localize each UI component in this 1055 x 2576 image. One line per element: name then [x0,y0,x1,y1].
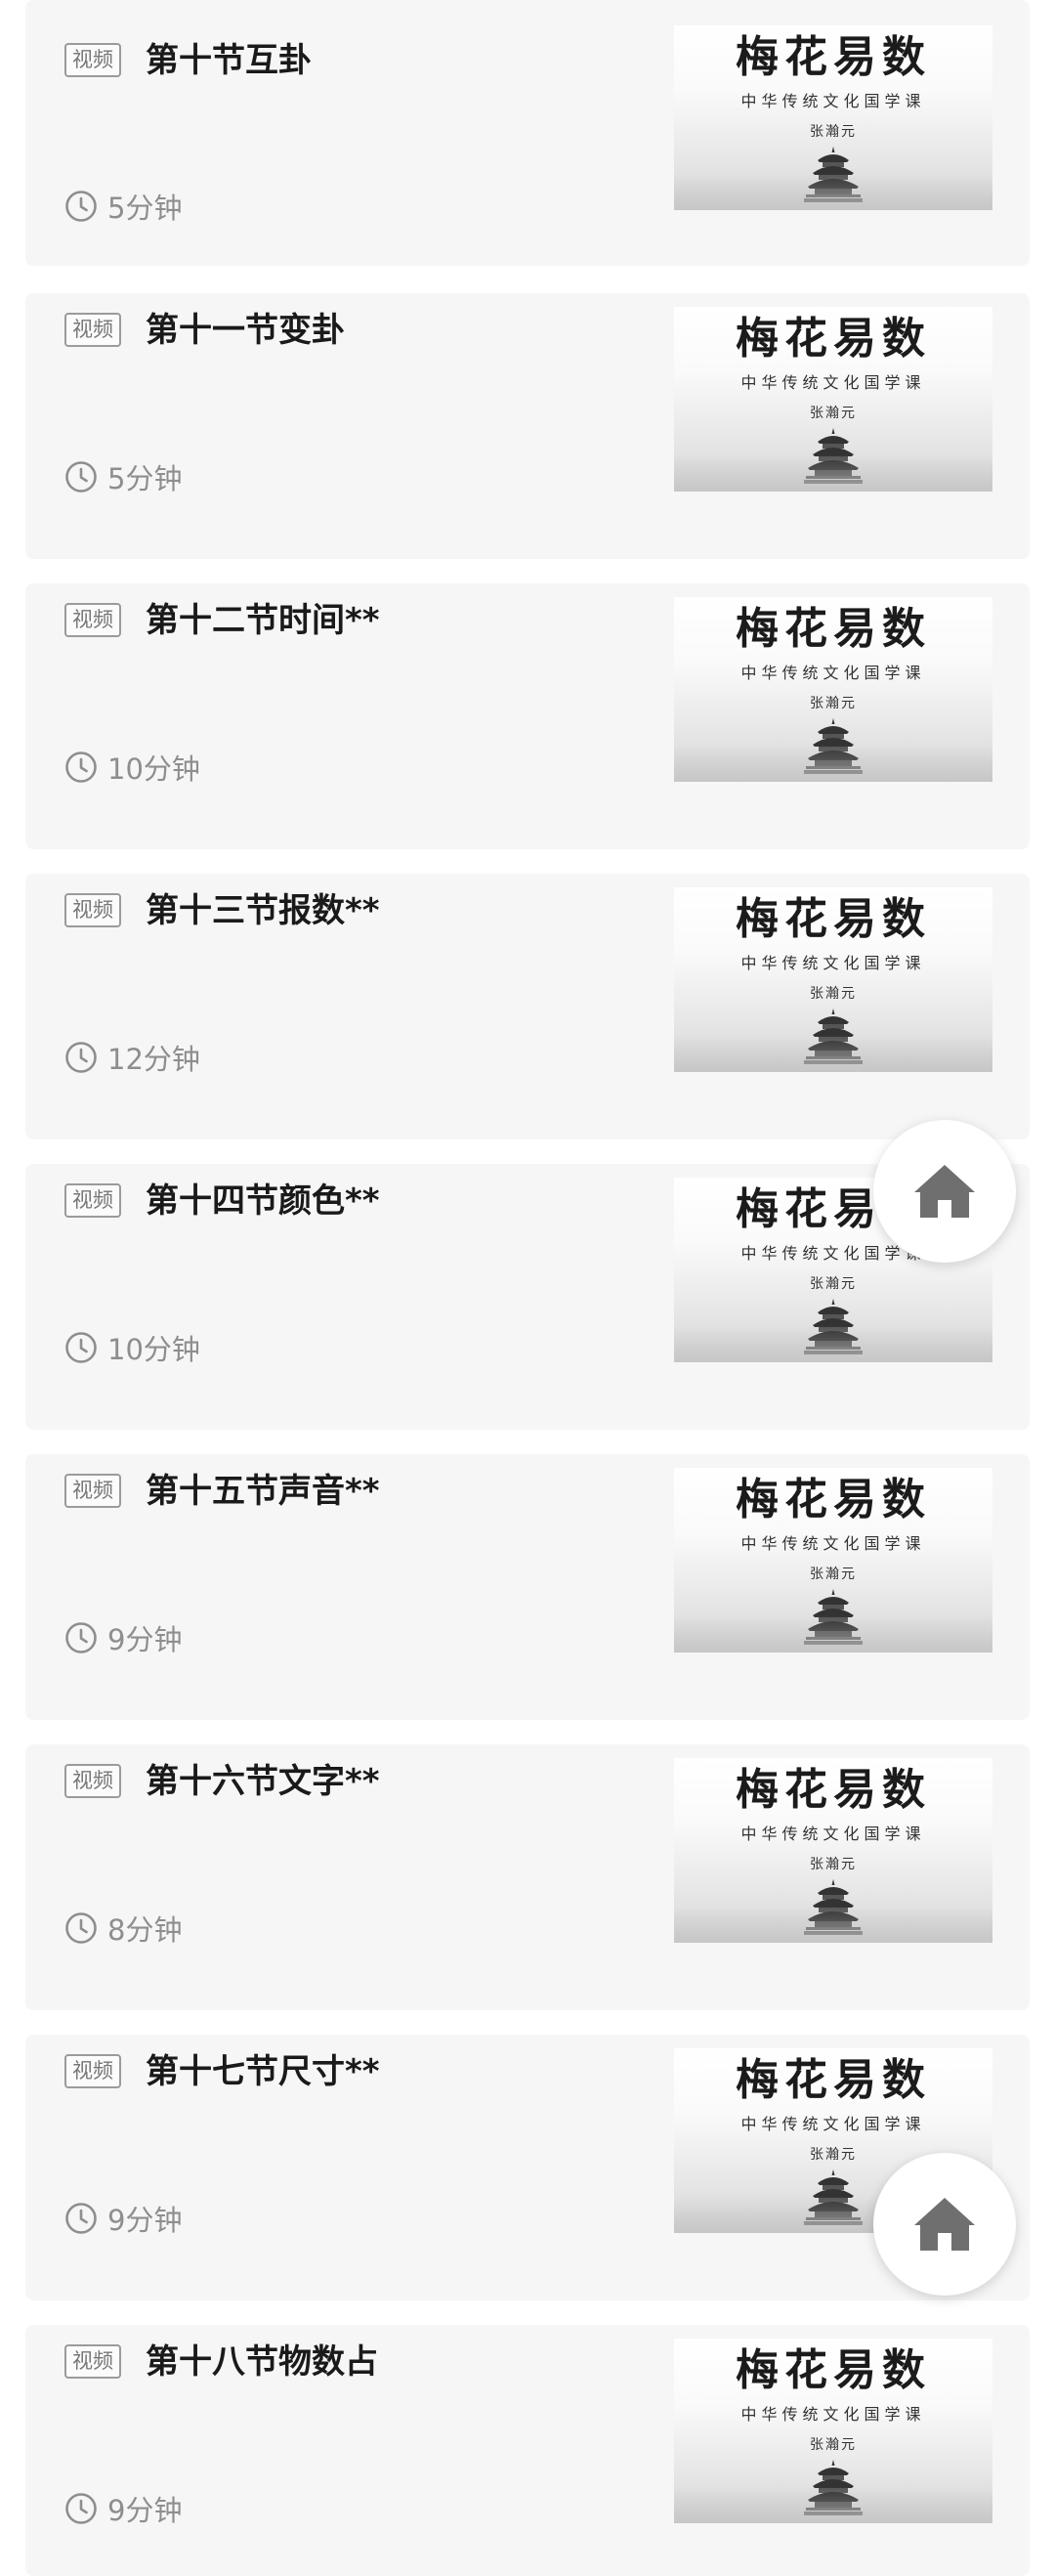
lesson-title: 第十节互卦 [146,41,312,80]
duration-text: 9分钟 [107,1623,183,1656]
thumbnail-subtitle: 中华传统文化国学课 [740,1534,926,1553]
thumbnail-mist [674,454,992,492]
lesson-duration: 8分钟 [64,1909,182,1948]
thumbnail-subtitle: 中华传统文化国学课 [740,954,926,972]
thumbnail-title: 梅花易数 [736,32,931,82]
lesson-duration: 9分钟 [64,2199,182,2238]
lesson-title: 第十四节颜色** [146,1181,380,1221]
thumbnail-mist [674,1325,992,1362]
clock-icon [65,2493,97,2524]
duration-text: 10分钟 [107,752,200,786]
course-lesson-list-page: 视频 第十节互卦 5分钟 梅花易数 中华传统文化国学课 张瀚元 视频 第十一节变… [0,0,1055,2576]
video-tag: 视频 [64,1764,121,1798]
thumbnail-author: 张瀚元 [810,406,857,421]
thumbnail-author: 张瀚元 [810,1857,857,1872]
lesson-thumbnail: 梅花易数 中华传统文化国学课 张瀚元 [674,887,992,1072]
thumbnail-author: 张瀚元 [810,1276,857,1292]
thumbnail-title: 梅花易数 [736,1765,931,1815]
lesson-card[interactable]: 视频 第十七节尺寸** 9分钟 梅花易数 中华传统文化国学课 张瀚元 [25,2035,1030,2300]
thumbnail-mist [674,1906,992,1943]
home-icon [914,2198,975,2251]
clock-icon [65,1622,97,1653]
home-button[interactable] [873,1120,1016,1263]
lesson-card[interactable]: 视频 第十一节变卦 5分钟 梅花易数 中华传统文化国学课 张瀚元 [25,293,1030,559]
lesson-title: 第十八节物数占 [146,2342,378,2382]
thumbnail-author: 张瀚元 [810,2437,857,2453]
thumbnail-subtitle: 中华传统文化国学课 [740,2405,926,2424]
video-tag: 视频 [64,1183,121,1218]
lesson-duration: 9分钟 [64,1618,182,1657]
lesson-title: 第十二节时间** [146,601,380,640]
lesson-card[interactable]: 视频 第十二节时间** 10分钟 梅花易数 中华传统文化国学课 张瀚元 [25,583,1030,849]
thumbnail-title: 梅花易数 [736,2345,931,2395]
duration-text: 12分钟 [107,1043,200,1076]
thumbnail-title: 梅花易数 [736,604,931,654]
thumbnail-author: 张瀚元 [810,1567,857,1582]
thumbnail-mist [674,2486,992,2523]
thumbnail-subtitle: 中华传统文化国学课 [740,92,926,110]
lesson-thumbnail: 梅花易数 中华传统文化国学课 张瀚元 [674,307,992,492]
lesson-title: 第十七节尺寸** [146,2052,380,2091]
video-tag: 视频 [64,2054,121,2088]
thumbnail-author: 张瀚元 [810,124,857,140]
video-tag: 视频 [64,313,121,347]
video-tag: 视频 [64,1474,121,1508]
thumbnail-subtitle: 中华传统文化国学课 [740,373,926,392]
thumbnail-mist [674,1035,992,1072]
lesson-thumbnail: 梅花易数 中华传统文化国学课 张瀚元 [674,1468,992,1653]
thumbnail-mist [674,173,992,210]
lesson-thumbnail: 梅花易数 中华传统文化国学课 张瀚元 [674,597,992,782]
lesson-duration: 10分钟 [64,748,200,787]
clock-icon [65,1332,97,1363]
lesson-thumbnail: 梅花易数 中华传统文化国学课 张瀚元 [674,1758,992,1943]
video-tag: 视频 [64,2344,121,2379]
duration-text: 5分钟 [107,462,183,495]
home-icon [914,1165,975,1218]
home-button[interactable] [873,2153,1016,2296]
lesson-card[interactable]: 视频 第十节互卦 5分钟 梅花易数 中华传统文化国学课 张瀚元 [25,0,1030,266]
lesson-duration: 5分钟 [64,457,182,496]
clock-icon [65,751,97,783]
lesson-thumbnail: 梅花易数 中华传统文化国学课 张瀚元 [674,2339,992,2523]
video-tag: 视频 [64,603,121,637]
lesson-title: 第十一节变卦 [146,311,345,350]
clock-icon [65,461,97,493]
thumbnail-author: 张瀚元 [810,986,857,1002]
lesson-duration: 5分钟 [64,187,182,226]
lesson-card[interactable]: 视频 第十六节文字** 8分钟 梅花易数 中华传统文化国学课 张瀚元 [25,1744,1030,2010]
thumbnail-title: 梅花易数 [736,1475,931,1524]
thumbnail-subtitle: 中华传统文化国学课 [740,2115,926,2133]
clock-icon [65,1912,97,1944]
lesson-thumbnail: 梅花易数 中华传统文化国学课 张瀚元 [674,25,992,210]
lesson-title: 第十六节文字** [146,1762,380,1801]
thumbnail-subtitle: 中华传统文化国学课 [740,664,926,682]
lesson-card[interactable]: 视频 第十八节物数占 9分钟 梅花易数 中华传统文化国学课 张瀚元 [25,2325,1030,2576]
lesson-card[interactable]: 视频 第十三节报数** 12分钟 梅花易数 中华传统文化国学课 张瀚元 [25,874,1030,1139]
duration-text: 9分钟 [107,2494,183,2527]
lesson-title: 第十五节声音** [146,1472,380,1511]
clock-icon [65,1042,97,1073]
lesson-card[interactable]: 视频 第十五节声音** 9分钟 梅花易数 中华传统文化国学课 张瀚元 [25,1454,1030,1720]
duration-text: 5分钟 [107,192,183,225]
thumbnail-title: 梅花易数 [736,2055,931,2105]
thumbnail-subtitle: 中华传统文化国学课 [740,1825,926,1843]
lesson-duration: 10分钟 [64,1328,200,1367]
video-tag: 视频 [64,43,121,77]
duration-text: 8分钟 [107,1913,183,1947]
thumbnail-mist [674,1615,992,1653]
thumbnail-title: 梅花易数 [736,894,931,944]
clock-icon [65,2203,97,2234]
thumbnail-title: 梅花易数 [736,314,931,364]
video-tag: 视频 [64,893,121,927]
thumbnail-author: 张瀚元 [810,696,857,711]
lesson-duration: 9分钟 [64,2489,182,2528]
duration-text: 9分钟 [107,2204,183,2237]
lesson-duration: 12分钟 [64,1038,200,1077]
duration-text: 10分钟 [107,1333,200,1366]
lesson-title: 第十三节报数** [146,891,380,930]
thumbnail-mist [674,745,992,782]
clock-icon [65,191,97,222]
